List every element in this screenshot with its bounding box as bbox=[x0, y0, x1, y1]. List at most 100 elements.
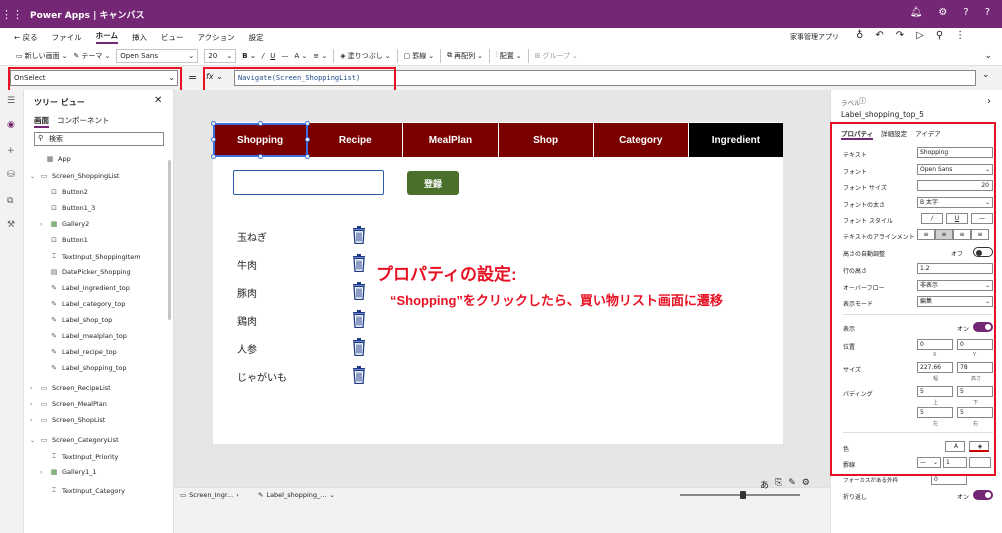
back-button[interactable]: ← 戻る bbox=[14, 32, 38, 43]
tree-item[interactable]: ✎ Label_mealplan_top bbox=[40, 332, 127, 340]
menu-file[interactable]: ファイル bbox=[52, 32, 82, 43]
new-screen-button[interactable]: ▭ 新しい画面 ⌄ bbox=[16, 51, 68, 61]
italic-button[interactable]: / bbox=[262, 52, 264, 60]
menu-action[interactable]: アクション bbox=[197, 32, 234, 43]
nav-shopping[interactable]: Shopping bbox=[213, 123, 309, 157]
resize-handle[interactable] bbox=[305, 154, 310, 159]
tree-item[interactable]: ✎ Label_shop_top bbox=[40, 316, 112, 324]
close-icon[interactable]: ✕ bbox=[154, 95, 162, 106]
resize-handle[interactable] bbox=[258, 121, 263, 126]
resize-handle[interactable] bbox=[305, 137, 310, 142]
tree-item-screen[interactable]: › ▭ Screen_ShopList bbox=[30, 416, 105, 424]
font-size-select[interactable]: 20 ⌄ bbox=[204, 48, 237, 63]
bell-icon[interactable]: 🔔︎ bbox=[910, 7, 923, 18]
nav-mealplan[interactable]: MealPlan bbox=[403, 123, 499, 157]
theme-button[interactable]: ✎ テーマ ⌄ bbox=[74, 51, 111, 61]
chevron-right-icon: › bbox=[40, 468, 43, 476]
align-menu-button[interactable]: ⫶ 配置 ⌄ bbox=[496, 51, 522, 61]
trash-icon[interactable] bbox=[352, 310, 366, 328]
trash-icon[interactable] bbox=[352, 338, 366, 356]
register-button[interactable]: 登録 bbox=[407, 171, 459, 195]
menu-view[interactable]: ビュー bbox=[161, 32, 184, 43]
tree-item[interactable]: ✎ Label_recipe_top bbox=[40, 348, 117, 356]
tree-item[interactable]: › ▦ Gallery2 bbox=[40, 220, 89, 228]
tree-item-app[interactable]: ▦ App bbox=[36, 155, 71, 163]
help-icon-2[interactable]: ? bbox=[985, 7, 990, 18]
more-icon[interactable]: ⋮ bbox=[955, 30, 965, 41]
resize-handle[interactable] bbox=[211, 154, 216, 159]
hamburger-icon[interactable]: ☰ bbox=[7, 96, 15, 106]
tree-item[interactable]: ⌶ TextInput_Priority bbox=[40, 452, 118, 461]
play-icon[interactable]: ▷ bbox=[916, 30, 924, 41]
breadcrumb-screen[interactable]: ▭ Screen_Ingr... › bbox=[180, 491, 239, 499]
tree-item[interactable]: ✎ Label_shopping_top bbox=[40, 364, 126, 372]
settings-icon[interactable]: ⚙ bbox=[802, 478, 810, 491]
tab-components[interactable]: コンポーネント bbox=[57, 115, 110, 128]
media-icon[interactable]: ⧉ bbox=[7, 196, 13, 206]
ribbon-expand-icon[interactable]: ⌄ bbox=[984, 51, 992, 61]
fill-button[interactable]: ◈ 塗りつぶし ⌄ bbox=[340, 51, 390, 61]
tree-item[interactable]: ⊡ Button1 bbox=[40, 236, 88, 244]
tree-search-input[interactable]: 検索 bbox=[34, 132, 164, 146]
pen-icon[interactable]: ✎ bbox=[788, 478, 796, 491]
waffle-icon[interactable]: ⋮⋮ bbox=[0, 8, 24, 21]
clipboard-icon[interactable]: ⎘ bbox=[775, 478, 782, 491]
help-icon[interactable]: ⓘ bbox=[859, 96, 866, 106]
ime-icon[interactable]: あ bbox=[760, 478, 769, 491]
formula-expand-icon[interactable]: ⌄ bbox=[982, 70, 990, 80]
tree-scrollbar[interactable] bbox=[168, 160, 171, 320]
help-icon[interactable]: ? bbox=[963, 7, 968, 18]
strikethrough-button[interactable]: — bbox=[281, 52, 288, 60]
tree-item[interactable]: ✎ Label_category_top bbox=[40, 300, 125, 308]
menu-settings[interactable]: 設定 bbox=[249, 32, 264, 43]
breadcrumb-label[interactable]: ✎ Label_shopping_... ⌄ bbox=[258, 491, 335, 499]
underline-button[interactable]: U bbox=[270, 52, 275, 60]
tree-item[interactable]: ⌶ TextInput_ShoppingItem bbox=[40, 252, 141, 261]
font-color-button[interactable]: A ⌄ bbox=[294, 52, 307, 60]
border-button[interactable]: ▢ 罫線 ⌄ bbox=[404, 51, 435, 61]
group-button[interactable]: ⊞ グループ ⌄ bbox=[535, 51, 578, 61]
trash-icon[interactable] bbox=[352, 366, 366, 384]
undo-icon[interactable]: ↶ bbox=[875, 30, 883, 41]
font-select[interactable]: Open Sans ⌄ bbox=[116, 48, 199, 63]
plus-icon[interactable]: + bbox=[7, 146, 15, 156]
tree-item[interactable]: ✎ Label_ingredient_top bbox=[40, 284, 130, 292]
resize-handle[interactable] bbox=[211, 137, 216, 142]
resize-handle[interactable] bbox=[305, 121, 310, 126]
tree-item[interactable]: ▤ DatePicker_Shopping bbox=[40, 268, 131, 276]
nav-recipe[interactable]: Recipe bbox=[308, 123, 404, 157]
reorder-button[interactable]: ⧉ 再配列 ⌄ bbox=[447, 51, 483, 61]
stethoscope-icon[interactable]: ♁ bbox=[856, 30, 863, 41]
tree-item[interactable]: ⌶ TextInput_Category bbox=[40, 486, 125, 495]
align-button[interactable]: ≡ ⌄ bbox=[313, 52, 327, 60]
menu-insert[interactable]: 挿入 bbox=[132, 32, 147, 43]
menu-home[interactable]: ホーム bbox=[95, 30, 118, 44]
tree-item-screen[interactable]: ⌄ ▭ Screen_CategoryList bbox=[30, 436, 119, 444]
database-icon[interactable]: ⛁ bbox=[7, 170, 15, 180]
nav-category[interactable]: Category bbox=[593, 123, 689, 157]
tree-item-screen[interactable]: ⌄ ▭ Screen_ShoppingList bbox=[30, 172, 120, 180]
trash-icon[interactable] bbox=[352, 254, 366, 272]
redo-icon[interactable]: ↷ bbox=[896, 30, 904, 41]
share-icon[interactable]: ⚲ bbox=[936, 30, 943, 41]
tree-item[interactable]: ⊡ Button2 bbox=[40, 188, 88, 196]
trash-icon[interactable] bbox=[352, 282, 366, 300]
shopping-item-input[interactable] bbox=[233, 170, 384, 195]
wrap-toggle[interactable] bbox=[973, 490, 993, 500]
trash-icon[interactable] bbox=[352, 226, 366, 244]
nav-shop[interactable]: Shop bbox=[498, 123, 594, 157]
gear-icon[interactable]: ⚙ bbox=[938, 7, 947, 18]
nav-ingredient[interactable]: Ingredient bbox=[688, 123, 784, 157]
bold-button[interactable]: B ⌄ bbox=[242, 52, 256, 60]
tools-icon[interactable]: ⚒ bbox=[7, 220, 15, 230]
tree-item-screen[interactable]: › ▭ Screen_MealPlan bbox=[30, 400, 107, 408]
layers-icon[interactable]: ◉ bbox=[7, 120, 15, 130]
resize-handle[interactable] bbox=[211, 121, 216, 126]
tree-item-screen[interactable]: › ▭ Screen_RecipeList bbox=[30, 384, 111, 392]
tree-item[interactable]: ⊡ Button1_3 bbox=[40, 204, 95, 212]
tree-item[interactable]: › ▦ Gallery1_1 bbox=[40, 468, 97, 476]
resize-handle[interactable] bbox=[258, 154, 263, 159]
chevron-right-icon[interactable]: › bbox=[987, 96, 991, 107]
tab-screens[interactable]: 画面 bbox=[34, 115, 49, 128]
zoom-slider-knob[interactable] bbox=[740, 491, 746, 499]
